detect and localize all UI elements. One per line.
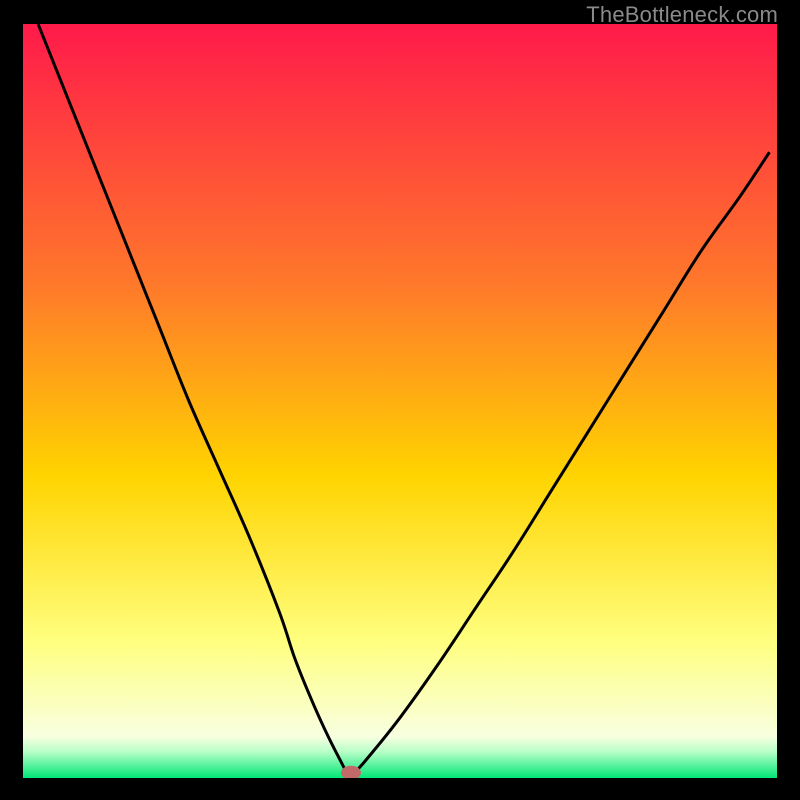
plot-area — [23, 24, 777, 778]
gradient-background — [23, 24, 777, 778]
bottleneck-chart — [23, 24, 777, 778]
chart-frame: TheBottleneck.com — [0, 0, 800, 800]
watermark-text: TheBottleneck.com — [586, 2, 778, 28]
